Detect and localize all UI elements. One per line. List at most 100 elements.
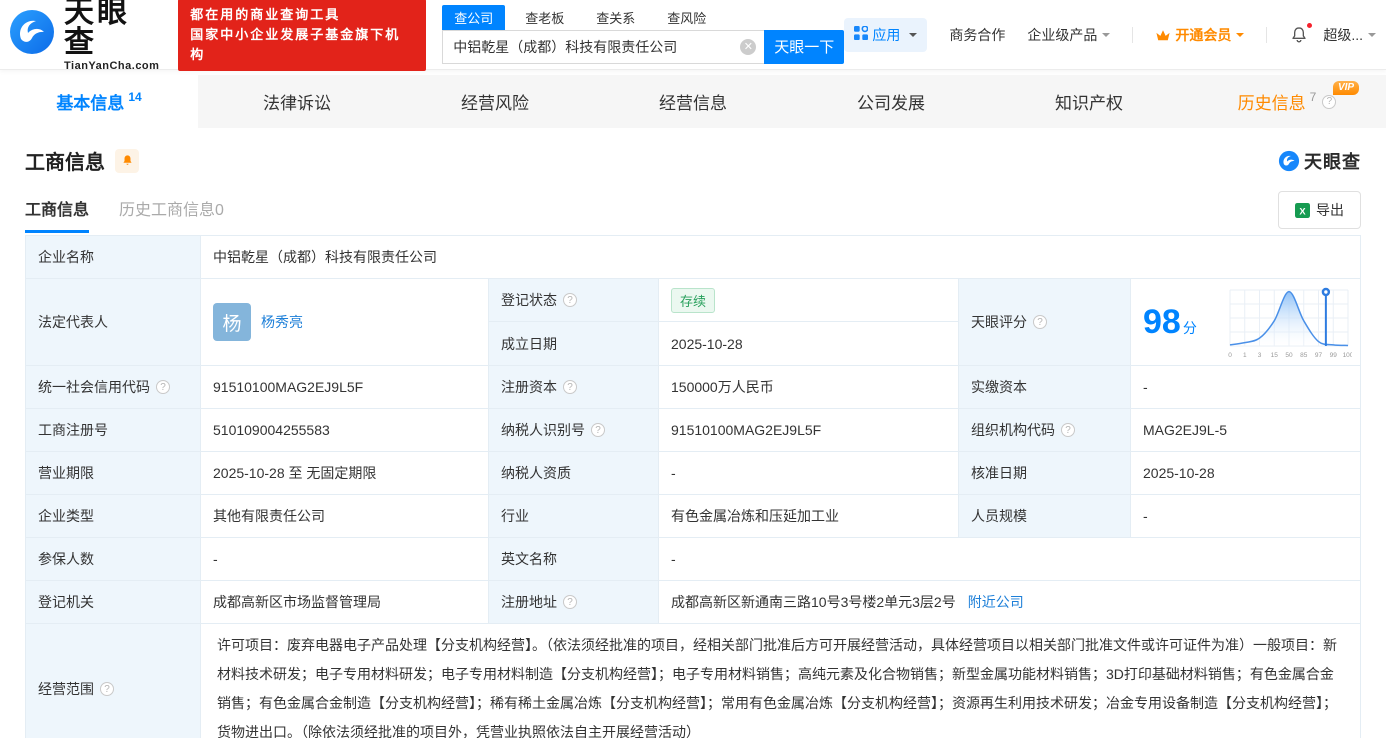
table-row: 营业期限 2025-10-28 至 无固定期限 纳税人资质 - 核准日期 202… (26, 452, 1360, 495)
field-reg-status-label: 登记状态? (489, 279, 659, 322)
field-english-name-value: - (659, 538, 1360, 580)
notification-dot (1306, 21, 1314, 29)
svg-text:X: X (1299, 206, 1306, 216)
table-row: 法定代表人 杨 杨秀亮 登记状态? 存续 成立日期 2025-10-28 天眼评… (26, 279, 1360, 366)
field-english-name-label: 英文名称 (489, 538, 659, 580)
field-company-type-value: 其他有限责任公司 (201, 495, 489, 537)
clear-icon[interactable]: ✕ (740, 38, 757, 55)
help-icon[interactable]: ? (563, 293, 577, 307)
field-credit-code-value: 91510100MAG2EJ9L5F (201, 366, 489, 408)
tianyancha-logo[interactable]: 天眼查 TianYanCha.com (8, 0, 162, 72)
help-icon[interactable]: ? (100, 682, 114, 696)
nearby-companies-link[interactable]: 附近公司 (968, 592, 1024, 612)
field-establish-date-label: 成立日期 (489, 322, 659, 365)
field-insured-count-value: - (201, 538, 489, 580)
score-distribution-chart: 0 1 3 15 50 85 97 99 100 (1226, 282, 1354, 363)
tab-operating-info[interactable]: 经营信息 (594, 75, 792, 128)
help-icon[interactable]: ? (563, 380, 577, 394)
business-info-table: 企业名称 中铝乾星（成都）科技有限责任公司 法定代表人 杨 杨秀亮 登记状态? … (25, 235, 1361, 738)
logo-name: 天眼查 (64, 0, 130, 59)
business-info-section: 工商信息 天眼查 工商信息 历史工商信息0 X 导出 企业名称 中铝乾星（成都）… (0, 146, 1386, 738)
tab-history-info[interactable]: VIP 历史信息 7 ? (1188, 75, 1386, 128)
field-company-type-label: 企业类型 (26, 495, 201, 537)
field-business-scope-label: 经营范围? (26, 624, 201, 738)
help-icon[interactable]: ? (1033, 315, 1047, 329)
field-company-name-label: 企业名称 (26, 236, 201, 278)
apps-menu[interactable]: 应用 (844, 17, 928, 52)
notification-bell-icon[interactable] (1289, 21, 1314, 45)
field-taxpayer-quality-label: 纳税人资质 (489, 452, 659, 494)
field-reg-status-value: 存续 (659, 279, 959, 322)
page: 天眼查 TianYanCha.com 都在用的商业查询工具 国家中小企业发展子基… (0, 0, 1386, 738)
field-reg-address-label: 注册地址? (489, 581, 659, 623)
tab-company-development[interactable]: 公司发展 (792, 75, 990, 128)
score-number: 98 (1143, 303, 1181, 341)
tab-legal-proceedings[interactable]: 法律诉讼 (198, 75, 396, 128)
excel-icon: X (1295, 202, 1310, 218)
slogan-line2: 国家中小企业发展子基金旗下机构 (190, 26, 401, 62)
table-row: 统一社会信用代码? 91510100MAG2EJ9L5F 注册资本? 15000… (26, 366, 1360, 409)
field-business-term-value: 2025-10-28 至 无固定期限 (201, 452, 489, 494)
field-reg-number-value: 510109004255583 (201, 409, 489, 451)
subscribe-bell-icon[interactable] (115, 148, 139, 173)
field-reg-authority-value: 成都高新区市场监督管理局 (201, 581, 489, 623)
avatar[interactable]: 杨 (213, 303, 251, 341)
table-row: 经营范围? 许可项目：废弃电器电子产品处理【分支机构经营】。（依法须经批准的项目… (26, 624, 1360, 738)
slogan-line1: 都在用的商业查询工具 (190, 6, 341, 22)
field-paid-capital-value: - (1131, 366, 1360, 408)
svg-text:3: 3 (1258, 352, 1262, 359)
section-title: 工商信息 (25, 152, 105, 174)
watermark-logo: 天眼查 (1278, 148, 1361, 174)
legal-rep-link[interactable]: 杨秀亮 (261, 312, 303, 332)
svg-text:15: 15 (1271, 352, 1279, 359)
menu-enterprise[interactable]: 企业级产品 (1027, 25, 1111, 45)
tab-count: 14 (128, 89, 142, 104)
field-org-code-value: MAG2EJ9L-5 (1131, 409, 1360, 451)
field-reg-address-value: 成都高新区新通南三路10号3号楼2单元3层2号 附近公司 (659, 581, 1360, 623)
menu-cooperation[interactable]: 商务合作 (949, 25, 1005, 45)
search-tab-boss[interactable]: 查老板 (513, 5, 576, 30)
field-score-value: 98 分 0 1 3 15 50 85 97 99 100 (1131, 279, 1360, 365)
search-input[interactable] (442, 29, 765, 64)
field-legal-rep-value: 杨 杨秀亮 (201, 279, 489, 365)
apps-menu-label: 应用 (872, 26, 901, 43)
table-row: 参保人数 - 英文名称 - (26, 538, 1360, 581)
top-header: 天眼查 TianYanCha.com 都在用的商业查询工具 国家中小企业发展子基… (0, 0, 1386, 72)
svg-text:85: 85 (1300, 352, 1308, 359)
help-icon[interactable]: ? (563, 595, 577, 609)
tab-operating-risk[interactable]: 经营风险 (396, 75, 594, 128)
status-badge: 存续 (671, 287, 716, 313)
tab-basic-info[interactable]: 基本信息 14 (0, 75, 198, 128)
watermark-logo-icon (1278, 150, 1300, 171)
tab-intellectual-property[interactable]: 知识产权 (990, 75, 1188, 128)
tab-count: 7 (1309, 89, 1317, 104)
divider (1132, 26, 1134, 43)
svg-text:1: 1 (1243, 352, 1247, 359)
field-staff-size-label: 人员规模 (959, 495, 1131, 537)
search-button[interactable]: 天眼一下 (764, 29, 845, 64)
help-icon[interactable]: ? (1322, 94, 1337, 109)
field-reg-authority-label: 登记机关 (26, 581, 201, 623)
field-legal-rep-label: 法定代表人 (26, 279, 201, 365)
slogan-badge: 都在用的商业查询工具 国家中小企业发展子基金旗下机构 (178, 0, 427, 71)
apps-grid-icon (854, 25, 869, 43)
chevron-down-icon (1368, 32, 1376, 41)
search-tab-risk[interactable]: 查风险 (655, 5, 718, 30)
chevron-down-icon (1236, 32, 1245, 41)
svg-text:50: 50 (1285, 352, 1293, 359)
user-account-menu[interactable]: 超级... (1323, 25, 1363, 45)
score-unit: 分 (1182, 320, 1197, 336)
help-icon[interactable]: ? (156, 380, 170, 394)
field-taxpayer-quality-value: - (659, 452, 959, 494)
help-icon[interactable]: ? (591, 423, 605, 437)
search-tab-company[interactable]: 查公司 (442, 4, 506, 30)
search-tab-relation[interactable]: 查关系 (584, 5, 647, 30)
menu-open-vip[interactable]: 开通会员 (1155, 25, 1245, 45)
svg-text:99: 99 (1330, 352, 1338, 359)
help-icon[interactable]: ? (1061, 423, 1075, 437)
export-button[interactable]: X 导出 (1278, 191, 1361, 229)
subtab-business-info[interactable]: 工商信息 (25, 196, 90, 233)
subtab-history-business-info[interactable]: 历史工商信息0 (119, 196, 224, 233)
table-row: 工商注册号 510109004255583 纳税人识别号? 91510100MA… (26, 409, 1360, 452)
search-area: 查公司 查老板 查关系 查风险 ✕ 天眼一下 (442, 4, 845, 64)
